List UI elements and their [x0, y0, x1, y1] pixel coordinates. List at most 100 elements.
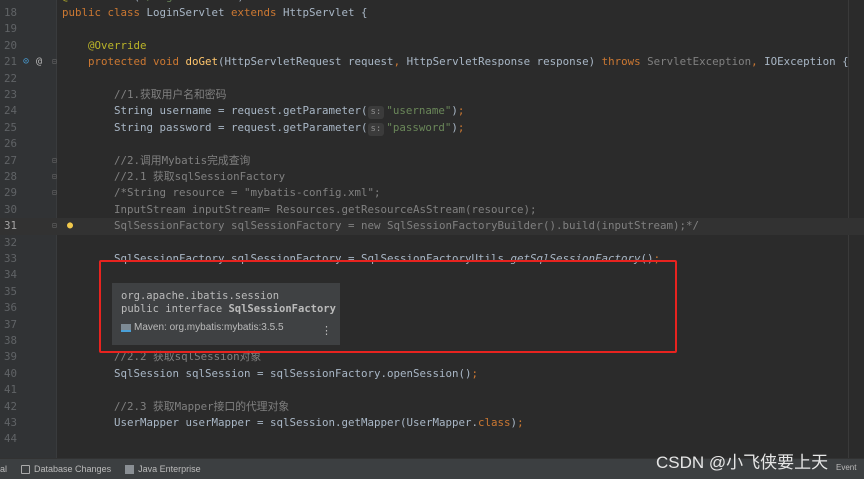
line-number: 38: [4, 334, 18, 347]
line-number: 36: [4, 301, 18, 315]
code-line[interactable]: 42 //2.3 获取Mapper接口的代理对象: [0, 399, 864, 415]
code-line[interactable]: 43 UserMapper userMapper = sqlSession.ge…: [0, 415, 864, 431]
csdn-watermark: CSDN @小飞侠要上天: [656, 453, 829, 472]
code-token: protected void: [88, 55, 186, 69]
code-token: "username": [386, 104, 452, 118]
code-text: public class LoginServlet extends HttpSe…: [62, 5, 368, 21]
line-number: 26: [4, 137, 18, 151]
code-token: ;: [457, 120, 465, 134]
database-changes-icon: [21, 464, 31, 474]
code-text: protected void doGet(HttpServletRequest …: [62, 54, 849, 70]
code-line[interactable]: 27 //2.调用Mybatis完成查询 ⊟: [0, 153, 864, 169]
code-line[interactable]: 32: [0, 235, 864, 251]
code-token: String password = request.getParameter(: [62, 120, 368, 134]
code-line[interactable]: 25 String password = request.getParamete…: [0, 120, 864, 136]
code-line[interactable]: 28 //2.1 获取sqlSessionFactory ⊟: [0, 169, 864, 185]
code-token: //1.获取用户名和密码: [62, 88, 227, 101]
code-token: ): [238, 0, 245, 3]
doc-maven-source[interactable]: Maven: org.mybatis:mybatis:3.5.5: [134, 322, 284, 333]
code-token: String username = request.getParameter(: [62, 104, 368, 118]
code-token: "/loginServlet": [140, 0, 238, 3]
code-line[interactable]: 22: [0, 71, 864, 87]
code-text: @Override: [62, 38, 147, 54]
line-number: 42: [4, 399, 18, 413]
annotation-icon[interactable]: @: [36, 54, 42, 70]
code-line[interactable]: 19: [0, 21, 864, 37]
code-line[interactable]: 44: [0, 431, 864, 447]
code-line[interactable]: 40 SqlSession sqlSession = sqlSessionFac…: [0, 366, 864, 382]
fold-icon[interactable]: ⊟: [52, 54, 57, 70]
code-token: //2.1 获取sqlSessionFactory: [62, 170, 286, 183]
code-token: IOException {: [764, 55, 849, 69]
line-number: 20: [4, 38, 18, 52]
code-line[interactable]: 29 /*String resource = "mybatis-config.x…: [0, 185, 864, 201]
code-line[interactable]: 24 String username = request.getParamete…: [0, 103, 864, 120]
code-line[interactable]: 41: [0, 382, 864, 398]
code-text: //1.获取用户名和密码: [62, 87, 226, 103]
code-token: SqlSessionFactory sqlSessionFactory = ne…: [62, 219, 700, 233]
doc-decl-prefix: public interface: [121, 303, 229, 315]
code-token: SqlSession sqlSession = sqlSessionFactor…: [62, 366, 472, 380]
code-text: String username = request.getParameter(s…: [62, 103, 464, 120]
code-token: ;: [517, 416, 524, 429]
code-token: /*String resource = "mybatis-config.xml"…: [62, 186, 381, 200]
line-number: 29: [4, 186, 18, 200]
line-number: 33: [4, 252, 18, 265]
code-text: //2.1 获取sqlSessionFactory: [62, 169, 285, 185]
line-number: 41: [4, 383, 18, 397]
line-number: 39: [4, 350, 18, 364]
line-number: 40: [4, 366, 18, 380]
line-number: 23: [4, 88, 18, 101]
event-log-button[interactable]: Event: [836, 463, 856, 472]
toolwindow-java-enterprise[interactable]: Java Enterprise: [125, 464, 201, 474]
code-token: UserMapper userMapper = sqlSession.getMa…: [62, 416, 479, 429]
parameter-hint: s:: [367, 122, 385, 136]
code-token: ,: [751, 55, 765, 69]
code-token: ;: [471, 366, 479, 380]
line-number: 37: [4, 317, 18, 331]
line-number: 32: [4, 235, 18, 249]
code-line[interactable]: 18 public class LoginServlet extends Http…: [0, 5, 864, 21]
override-method-icon[interactable]: ⊙: [23, 54, 29, 70]
code-token: ServletException: [647, 55, 752, 69]
code-text: String password = request.getParameter(s…: [62, 120, 464, 136]
code-token: doGet: [185, 55, 219, 69]
toolwindow-label: Database Changes: [34, 464, 112, 474]
lightbulb-icon[interactable]: ●: [67, 218, 73, 234]
line-number: 27: [4, 153, 18, 167]
code-text: //2.调用Mybatis完成查询: [62, 153, 250, 169]
code-token: class: [478, 416, 511, 429]
code-token: //2.3 获取Mapper接口的代理对象: [62, 399, 290, 413]
toolwindow-terminal-partial[interactable]: al: [0, 464, 7, 474]
line-number: 43: [4, 416, 18, 429]
quick-doc-popup: org.apache.ibatis.session public interfa…: [112, 283, 340, 345]
code-token: //2.调用Mybatis完成查询: [62, 153, 251, 167]
fold-icon[interactable]: ⊟: [52, 153, 57, 169]
toolwindow-database-changes[interactable]: Database Changes: [21, 464, 111, 474]
code-text: //2.3 获取Mapper接口的代理对象: [62, 399, 289, 415]
code-line[interactable]: 30 InputStream inputStream= Resources.ge…: [0, 202, 864, 218]
fold-icon[interactable]: ⊟: [52, 185, 57, 201]
line-number: 28: [4, 170, 18, 183]
code-line[interactable]: 23 //1.获取用户名和密码: [0, 87, 864, 103]
code-token: @WebServlet: [62, 0, 134, 3]
maven-library-icon: [121, 323, 131, 332]
fold-icon[interactable]: ⊟: [52, 169, 57, 185]
code-token: LoginServlet: [146, 6, 232, 19]
line-number: 34: [4, 268, 18, 282]
code-token: public class: [62, 6, 147, 19]
more-options-icon[interactable]: ⋮: [321, 324, 332, 337]
code-line[interactable]: 21 protected void doGet(HttpServletReque…: [0, 54, 864, 70]
doc-package: org.apache.ibatis.session: [121, 290, 280, 302]
code-line[interactable]: 26: [0, 136, 864, 152]
code-line[interactable]: 31 SqlSessionFactory sqlSessionFactory =…: [0, 218, 864, 235]
line-number: 19: [4, 22, 18, 36]
line-number: 30: [4, 202, 18, 216]
code-line[interactable]: 20 @Override: [0, 38, 864, 54]
code-token: throws: [601, 55, 648, 69]
line-number: 22: [4, 71, 18, 85]
java-enterprise-icon: [125, 464, 135, 474]
fold-icon[interactable]: ⊟: [52, 218, 57, 234]
code-token: InputStream inputStream= Resources.getRe…: [62, 202, 537, 216]
